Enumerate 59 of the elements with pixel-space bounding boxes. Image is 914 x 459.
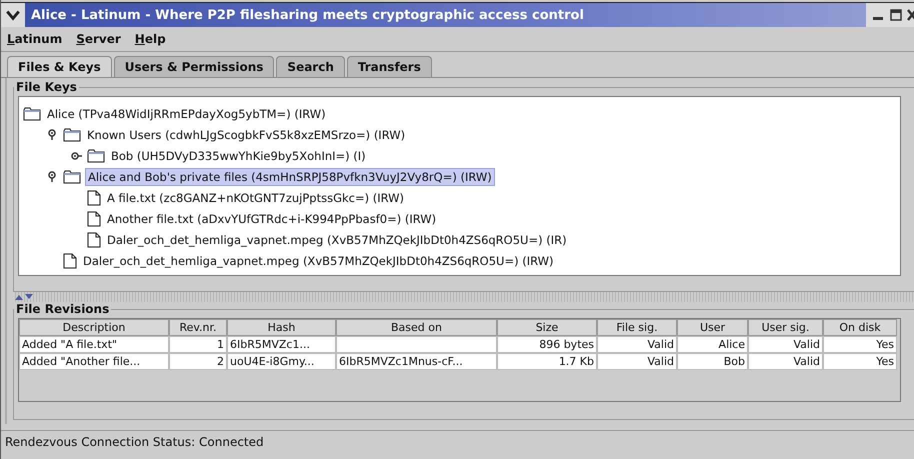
chevron-icon[interactable] — [1, 3, 25, 27]
tab[interactable]: Files & Keys — [7, 56, 112, 77]
table-cell: Bob — [677, 353, 748, 370]
column-header[interactable]: Hash — [227, 319, 336, 336]
table-cell: uoU4E-i8Gmy... — [227, 353, 336, 370]
file-icon — [87, 232, 101, 248]
up-arrow-icon[interactable] — [15, 294, 23, 300]
folder-icon — [63, 128, 81, 142]
maximize-icon[interactable] — [888, 7, 904, 23]
table-cell: Yes — [823, 353, 897, 370]
table-cell: 1 — [169, 336, 227, 353]
column-header[interactable]: On disk — [823, 319, 897, 336]
down-arrow-icon[interactable] — [25, 294, 33, 300]
menu-item[interactable]: Latinum — [7, 32, 62, 46]
tab[interactable]: Transfers — [346, 56, 432, 77]
folder-icon — [23, 106, 41, 120]
status-text: Rendezvous Connection Status: Connected — [5, 435, 264, 449]
table-cell: 2 — [169, 353, 227, 370]
table-cell: Valid — [748, 353, 823, 370]
tree-item[interactable]: A file.txt (zc8GANZ+nKOtGNT7zujPptssGkc=) (IRW) — [105, 190, 406, 206]
file-icon — [87, 210, 101, 226]
table-cell: 1.7 Kb — [497, 353, 597, 370]
file-icon — [87, 190, 101, 206]
tree-item[interactable]: Another file.txt (aDxvYUfGTRdc+i-K994PpPbasf0=) (IRW) — [105, 210, 438, 226]
tree-item[interactable]: Alice and Bob's private files (4smHnSRPJ58Pvfkn3VuyJ2Vy8rQ=) (IRW) — [85, 168, 495, 186]
window-title: Alice - Latinum - Where P2P filesharing meets cryptographic access control — [30, 8, 585, 22]
column-header[interactable]: Size — [497, 319, 597, 336]
folder-icon — [63, 170, 81, 184]
tree-item[interactable]: Known Users (cdwhLJgScogbkFvS5k8xzEMSrzo=) (IRW) — [85, 126, 408, 142]
column-header[interactable]: File sig. — [597, 319, 677, 336]
table-cell: Added "Another file... — [19, 353, 169, 370]
menu-item[interactable]: Help — [134, 32, 166, 46]
group-title: File Keys — [15, 80, 78, 94]
file-icon — [63, 252, 77, 268]
tab[interactable]: Search — [276, 56, 345, 77]
collapsed-handle-icon[interactable] — [71, 150, 83, 162]
table-cell: Valid — [748, 336, 823, 353]
column-header[interactable]: Based on — [336, 319, 497, 336]
column-header[interactable]: User sig. — [748, 319, 823, 336]
table-cell: 896 bytes — [497, 336, 597, 353]
tab[interactable]: Users & Permissions — [114, 56, 274, 77]
table-cell: Valid — [597, 353, 677, 370]
tree-item[interactable]: Daler_och_det_hemliga_vapnet.mpeg (XvB57MhZQekJIbDt0h4ZS6qRO5U=) (IR) — [105, 232, 569, 248]
table-cell: Alice — [677, 336, 748, 353]
tree-item[interactable]: Alice (TPva48WidIjRRmEPdayXog5ybTM=) (IRW) — [45, 106, 328, 122]
table-cell: Yes — [823, 336, 897, 353]
column-header[interactable]: Description — [19, 319, 169, 336]
column-header[interactable]: Rev.nr. — [169, 319, 227, 336]
tree-item[interactable]: Daler_och_det_hemliga_vapnet.mpeg (XvB57MhZQekJIbDt0h4ZS6qRO5U=) (IRW) — [81, 252, 556, 268]
tree-item[interactable]: Bob (UH5DVyD335wwYhKie9by5XohInI=) (I) — [109, 148, 368, 164]
folder-icon — [87, 148, 105, 162]
table-cell: Valid — [597, 336, 677, 353]
table-cell: 6IbR5MVZc1Mnus-cF... — [336, 353, 497, 370]
table-cell: 6IbR5MVZc1... — [227, 336, 336, 353]
menu-item[interactable]: Server — [76, 32, 121, 46]
column-header[interactable]: User — [677, 319, 748, 336]
table-cell: Added "A file.txt" — [19, 336, 169, 353]
group-title: File Revisions — [15, 302, 110, 316]
close-icon[interactable] — [906, 7, 914, 23]
